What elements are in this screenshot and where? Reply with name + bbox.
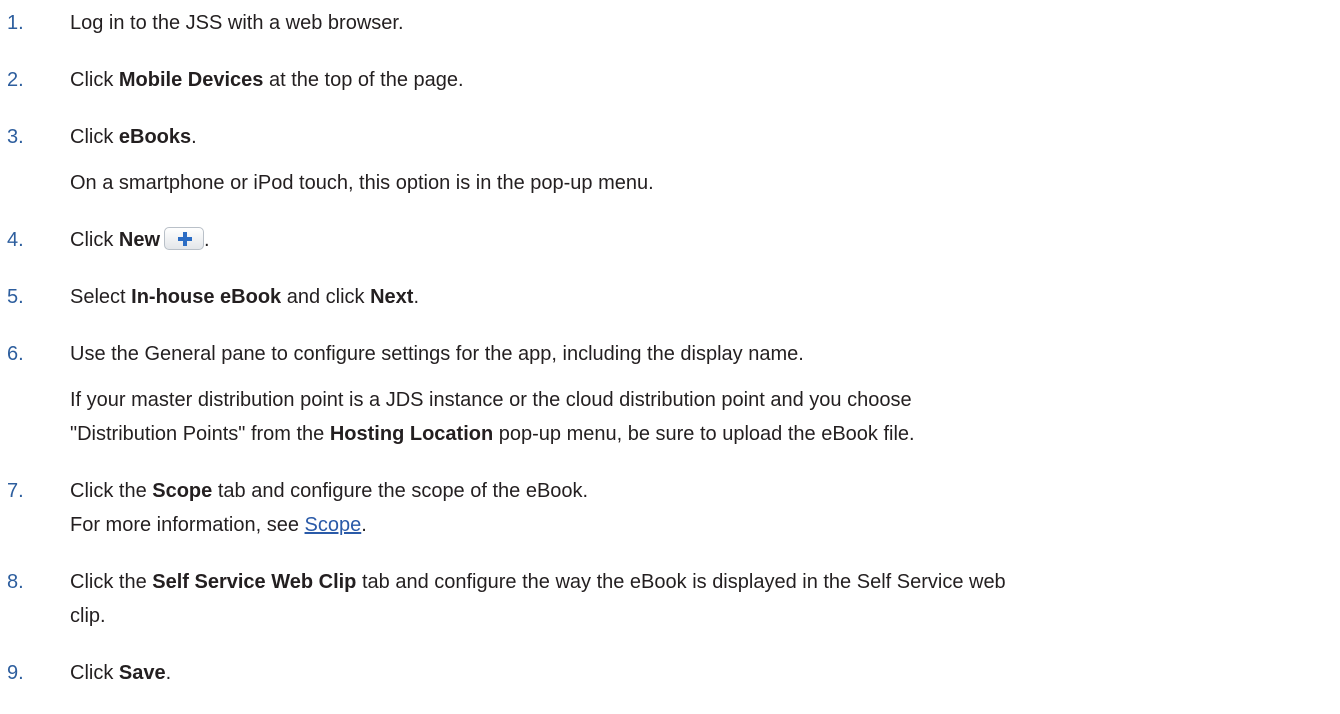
step-text-pre: Click the xyxy=(70,571,153,593)
step-text: Click Mobile Devices at the top of the p… xyxy=(70,63,1340,97)
step-number: 2. xyxy=(7,69,24,91)
step-8: 8. Click the Self Service Web Clip tab a… xyxy=(0,565,1340,633)
step-text-pre: Click xyxy=(70,126,119,148)
step-note-pre: "Distribution Points" from the xyxy=(70,423,330,445)
step-text-line2: clip. xyxy=(70,605,106,627)
step-text-post: tab and configure the scope of the eBook… xyxy=(212,480,589,502)
step-text-mid: and click xyxy=(281,286,371,308)
ui-term-next: Next xyxy=(370,286,414,308)
ui-term-new: New xyxy=(118,229,161,251)
step-text: Log in to the JSS with a web browser. xyxy=(70,12,404,34)
step-number: 7. xyxy=(7,480,24,502)
plus-icon xyxy=(178,232,193,246)
step-7: 7. Click the Scope tab and configure the… xyxy=(0,474,1340,542)
ui-term-save: Save xyxy=(118,662,166,684)
step-6: 6. Use the General pane to configure set… xyxy=(0,337,1340,451)
step-4: 4. Click New. xyxy=(0,223,1340,257)
step-1: 1. Log in to the JSS with a web browser. xyxy=(0,6,1340,40)
step-3: 3. Click eBooks. On a smartphone or iPod… xyxy=(0,120,1340,200)
ui-term-ebooks: eBooks xyxy=(118,126,192,148)
ui-term-in-house-ebook: In-house eBook xyxy=(131,286,282,308)
step-text: Click the Self Service Web Clip tab and … xyxy=(70,565,1340,599)
step-text-pre: Select xyxy=(70,286,132,308)
step-5: 5. Select In-house eBook and click Next. xyxy=(0,280,1340,314)
step-number: 8. xyxy=(7,571,24,593)
new-button-image xyxy=(164,227,205,250)
step-note-line1: If your master distribution point is a J… xyxy=(70,389,912,411)
step-note: If your master distribution point is a J… xyxy=(70,383,1340,451)
scope-link[interactable]: Scope xyxy=(305,514,362,536)
step-text: Click Save. xyxy=(70,656,1340,690)
step-text-pre: Click the xyxy=(70,480,153,502)
step-number: 6. xyxy=(7,343,24,365)
step-note-post: pop-up menu, be sure to upload the eBook… xyxy=(493,423,915,445)
step-text-post: . xyxy=(191,126,197,148)
step-text-pre: Click xyxy=(70,662,119,684)
ui-term-hosting-location: Hosting Location xyxy=(329,423,494,445)
ui-term-mobile-devices: Mobile Devices xyxy=(118,69,264,91)
ui-term-scope: Scope xyxy=(152,480,213,502)
step-text-post: . xyxy=(165,662,172,684)
step-text: Click eBooks. xyxy=(70,120,1340,154)
step-text: Select In-house eBook and click Next. xyxy=(70,280,1340,314)
step-number: 3. xyxy=(7,126,24,148)
step-text-pre: Click xyxy=(70,229,119,251)
step-number: 5. xyxy=(7,286,24,308)
step-text-post: at the top of the page. xyxy=(263,69,464,91)
step-number: 1. xyxy=(7,12,24,34)
step-text: Use the General pane to configure settin… xyxy=(70,343,804,365)
step-text: Click New. xyxy=(70,223,1340,257)
ui-term-self-service-web-clip: Self Service Web Clip xyxy=(152,571,357,593)
step-note: For more information, see Scope. xyxy=(70,508,1340,542)
step-note: On a smartphone or iPod touch, this opti… xyxy=(70,172,654,194)
step-note-post: . xyxy=(361,514,367,536)
step-2: 2. Click Mobile Devices at the top of th… xyxy=(0,63,1340,97)
step-text-post: . xyxy=(204,229,210,251)
step-number: 9. xyxy=(7,662,24,684)
step-9: 9. Click Save. xyxy=(0,656,1340,690)
step-text: Click the Scope tab and configure the sc… xyxy=(70,474,1340,508)
step-note-pre: For more information, see xyxy=(70,514,305,536)
step-text-pre: Click xyxy=(70,69,119,91)
step-text-post: tab and configure the way the eBook is d… xyxy=(356,571,1006,593)
step-number: 4. xyxy=(7,229,24,251)
instruction-steps: 1. Log in to the JSS with a web browser.… xyxy=(0,6,1340,690)
step-text-post: . xyxy=(413,286,420,308)
